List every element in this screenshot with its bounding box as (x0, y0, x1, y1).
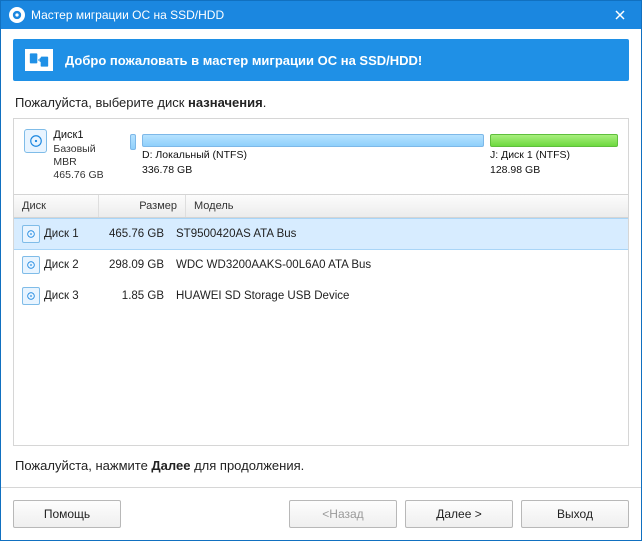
disk-name: Диск1 (53, 129, 120, 143)
back-button: <Назад (289, 500, 397, 528)
table-row[interactable]: Диск 31.85 GBHUAWEI SD Storage USB Devic… (14, 281, 628, 312)
table-row[interactable]: Диск 1465.76 GBST9500420AS ATA Bus (14, 218, 628, 250)
partition-map: D: Локальный (NTFS) 336.78 GB J: Диск 1 … (130, 134, 618, 178)
disk-icon (22, 287, 40, 305)
column-size[interactable]: Размер (99, 195, 186, 217)
instruction-select: Пожалуйста, выберите диск назначения. (15, 95, 627, 110)
table-body: Диск 1465.76 GBST9500420AS ATA BusДиск 2… (14, 218, 628, 445)
disk-summary-bar: Диск1 Базовый MBR 465.76 GB D: Локальный… (14, 119, 628, 194)
exit-button[interactable]: Выход (521, 500, 629, 528)
row-disk-size: 298.09 GB (94, 259, 172, 271)
disk-meta: Диск1 Базовый MBR 465.76 GB (24, 129, 120, 182)
column-disk[interactable]: Диск (14, 195, 99, 217)
instruction2-post: для продолжения. (190, 458, 304, 473)
partition-2[interactable]: J: Диск 1 (NTFS) 128.98 GB (490, 134, 618, 178)
migration-icon (25, 49, 53, 71)
partition-1-size: 336.78 GB (142, 164, 484, 177)
row-disk-model: ST9500420AS ATA Bus (172, 228, 620, 240)
partition-2-label: J: Диск 1 (NTFS) (490, 149, 618, 162)
disk-meta-text: Диск1 Базовый MBR 465.76 GB (53, 129, 120, 182)
disk-icon (22, 256, 40, 274)
instruction-next: Пожалуйста, нажмите Далее для продолжени… (15, 458, 627, 473)
partition-1[interactable]: D: Локальный (NTFS) 336.78 GB (142, 134, 484, 178)
close-button[interactable] (599, 1, 641, 29)
instruction-pre: Пожалуйста, выберите диск (15, 95, 188, 110)
row-disk-name: Диск 1 (44, 228, 94, 240)
welcome-text: Добро пожаловать в мастер миграции ОС на… (65, 53, 422, 68)
next-button[interactable]: Далее > (405, 500, 513, 528)
disk-panel: Диск1 Базовый MBR 465.76 GB D: Локальный… (13, 118, 629, 446)
partition-1-label: D: Локальный (NTFS) (142, 149, 484, 162)
wizard-window: Мастер миграции ОС на SSD/HDD Добро пожа… (0, 0, 642, 541)
column-model[interactable]: Модель (186, 195, 628, 217)
row-disk-name: Диск 2 (44, 259, 94, 271)
help-button[interactable]: Помощь (13, 500, 121, 528)
disk-icon (24, 129, 47, 153)
partition-0[interactable] (130, 134, 136, 178)
disk-type: Базовый MBR (53, 143, 120, 169)
row-disk-model: HUAWEI SD Storage USB Device (172, 290, 620, 302)
disk-icon (22, 225, 40, 243)
instruction-bold: назначения (188, 95, 263, 110)
app-icon (9, 7, 25, 23)
instruction2-pre: Пожалуйста, нажмите (15, 458, 151, 473)
disk-capacity: 465.76 GB (53, 169, 120, 182)
button-bar: Помощь <Назад Далее > Выход (1, 488, 641, 540)
table-row[interactable]: Диск 2298.09 GBWDC WD3200AAKS-00L6A0 ATA… (14, 250, 628, 281)
row-disk-size: 1.85 GB (94, 290, 172, 302)
window-title: Мастер миграции ОС на SSD/HDD (31, 8, 599, 22)
row-disk-model: WDC WD3200AAKS-00L6A0 ATA Bus (172, 259, 620, 271)
content-area: Добро пожаловать в мастер миграции ОС на… (1, 29, 641, 485)
row-disk-size: 465.76 GB (94, 228, 172, 240)
partition-2-size: 128.98 GB (490, 164, 618, 177)
instruction2-bold: Далее (151, 458, 190, 473)
instruction-post: . (263, 95, 267, 110)
titlebar: Мастер миграции ОС на SSD/HDD (1, 1, 641, 29)
table-header: Диск Размер Модель (14, 194, 628, 218)
row-disk-name: Диск 3 (44, 290, 94, 302)
welcome-banner: Добро пожаловать в мастер миграции ОС на… (13, 39, 629, 81)
